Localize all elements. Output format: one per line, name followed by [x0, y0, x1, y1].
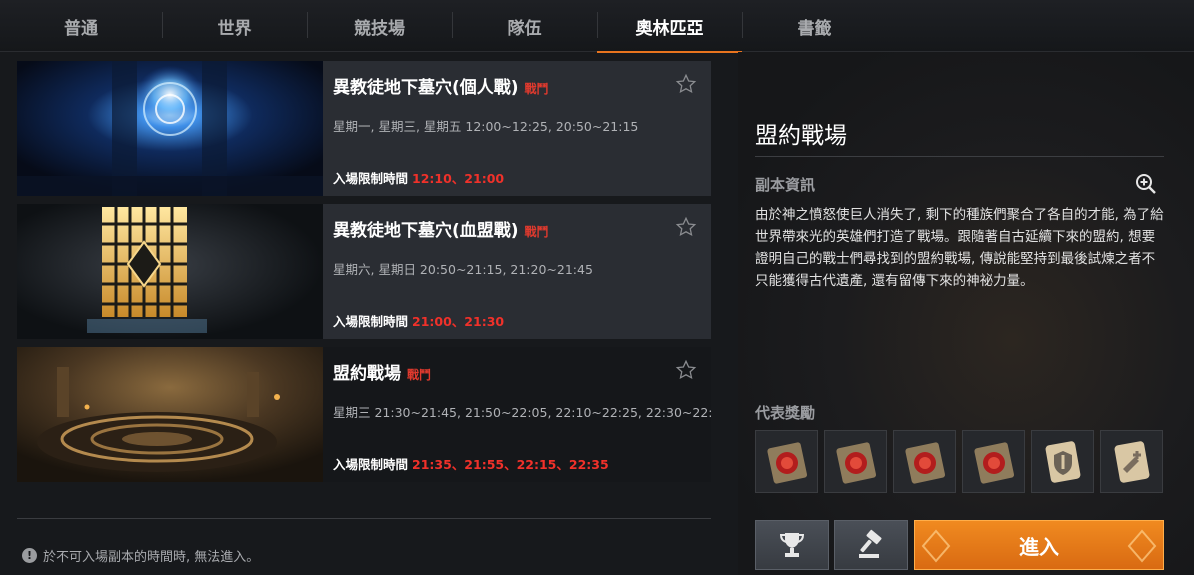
entry-limit-label: 入場限制時間 [333, 171, 409, 186]
red-seal-scroll-icon [973, 441, 1014, 484]
rewards-label: 代表獎勵 [755, 404, 816, 422]
enchant-scroll-icon [1114, 440, 1149, 483]
diamond-ornament-icon [921, 529, 951, 563]
reward-item[interactable] [1031, 430, 1094, 493]
tab-label: 隊伍 [507, 18, 542, 39]
gavel-icon [859, 529, 882, 558]
red-seal-scroll-icon [766, 441, 807, 484]
entry-notice: ! 於不可入場副本的時間時, 無法進入。 [22, 546, 259, 565]
dungeon-thumbnail-arena [17, 347, 323, 482]
reward-item[interactable] [1100, 430, 1163, 493]
reward-item[interactable] [824, 430, 887, 493]
tab-arena[interactable]: 競技場 [307, 0, 452, 52]
tab-bookmark[interactable]: 書籤 [742, 0, 887, 52]
dungeon-title: 盟約戰場 戰鬥 [333, 359, 431, 384]
entry-limit: 入場限制時間 21:35、21:55、22:15、22:35 [333, 454, 609, 473]
tab-normal[interactable]: 普通 [0, 0, 162, 52]
dungeon-list: 異教徒地下墓穴(個人戰) 戰鬥 星期一, 星期三, 星期五 12:00~12:25… [17, 61, 711, 490]
rules-button[interactable] [834, 520, 908, 570]
bookmark-star-icon[interactable] [675, 216, 697, 238]
dungeon-card[interactable]: 異教徒地下墓穴(個人戰) 戰鬥 星期一, 星期三, 星期五 12:00~12:25… [17, 61, 711, 196]
entry-limit-times: 21:35、21:55、22:15、22:35 [412, 457, 609, 472]
tab-bar: 普通 世界 競技場 隊伍 奧林匹亞 書籤 [0, 0, 1194, 53]
entry-limit: 入場限制時間 12:10、21:00 [333, 168, 504, 187]
dungeon-schedule: 星期一, 星期三, 星期五 12:00~12:25, 20:50~21:15 [333, 119, 639, 134]
entry-limit-times: 21:00、21:30 [412, 314, 505, 329]
entry-limit: 入場限制時間 21:00、21:30 [333, 311, 504, 330]
battle-tag: 戰鬥 [524, 225, 549, 239]
warning-icon: ! [22, 548, 37, 563]
tab-label: 競技場 [354, 18, 405, 39]
entry-notice-text: 於不可入場副本的時間時, 無法進入。 [43, 550, 260, 565]
dungeon-schedule: 星期六, 星期日 20:50~21:15, 21:20~21:45 [333, 262, 593, 277]
dungeon-title-text: 盟約戰場 [333, 364, 401, 384]
dungeon-schedule: 星期三 21:30~21:45, 21:50~22:05, 22:10~22:2… [333, 405, 711, 420]
red-seal-scroll-icon [835, 441, 876, 484]
dungeon-card[interactable]: 異教徒地下墓穴(血盟戰) 戰鬥 星期六, 星期日 20:50~21:15, 21:… [17, 204, 711, 339]
ranking-button[interactable] [755, 520, 829, 570]
bookmark-star-icon[interactable] [675, 73, 697, 95]
dungeon-title-text: 異教徒地下墓穴(個人戰) [333, 78, 519, 98]
dungeon-thumbnail-portal [17, 61, 323, 196]
zoom-in-icon[interactable] [1134, 172, 1158, 196]
tab-label: 書籤 [797, 18, 832, 39]
info-label: 副本資訊 [755, 176, 816, 194]
dungeon-description: 由於神之憤怒使巨人消失了, 剩下的種族們聚合了各自的才能, 為了給世界帶來光的英… [755, 207, 1164, 289]
enter-button[interactable]: 進入 [914, 520, 1164, 570]
battle-tag: 戰鬥 [524, 82, 549, 96]
reward-list [755, 430, 1163, 493]
dungeon-detail-panel: 盟約戰場 副本資訊 由於神之憤怒使巨人消失了, 剩下的種族們聚合了各自的才能, … [738, 52, 1194, 575]
dungeon-card-selected[interactable]: 盟約戰場 戰鬥 星期三 21:30~21:45, 21:50~22:05, 22:… [17, 347, 711, 482]
entry-limit-label: 入場限制時間 [333, 457, 409, 472]
red-seal-scroll-icon [904, 441, 945, 484]
reward-item[interactable] [962, 430, 1025, 493]
detail-title: 盟約戰場 [755, 123, 847, 149]
list-divider [17, 518, 711, 519]
dungeon-thumbnail-gate [17, 204, 323, 339]
diamond-ornament-icon [1127, 529, 1157, 563]
trophy-icon [779, 533, 805, 557]
tab-label: 奧林匹亞 [635, 18, 704, 39]
reward-item[interactable] [755, 430, 818, 493]
tab-olympia[interactable]: 奧林匹亞 [597, 0, 742, 53]
bookmark-star-icon[interactable] [675, 359, 697, 381]
shield-scroll-icon [1045, 440, 1080, 483]
enter-label: 進入 [1019, 534, 1059, 559]
dungeon-title: 異教徒地下墓穴(個人戰) 戰鬥 [333, 73, 549, 98]
tab-party[interactable]: 隊伍 [452, 0, 597, 52]
dungeon-title-text: 異教徒地下墓穴(血盟戰) [333, 221, 519, 241]
tab-world[interactable]: 世界 [162, 0, 307, 52]
battle-tag: 戰鬥 [407, 368, 432, 382]
entry-limit-label: 入場限制時間 [333, 314, 409, 329]
detail-divider [755, 156, 1164, 157]
entry-limit-times: 12:10、21:00 [412, 171, 505, 186]
reward-item[interactable] [893, 430, 956, 493]
tab-label: 普通 [64, 18, 98, 39]
dungeon-title: 異教徒地下墓穴(血盟戰) 戰鬥 [333, 216, 549, 241]
tab-label: 世界 [217, 18, 252, 39]
